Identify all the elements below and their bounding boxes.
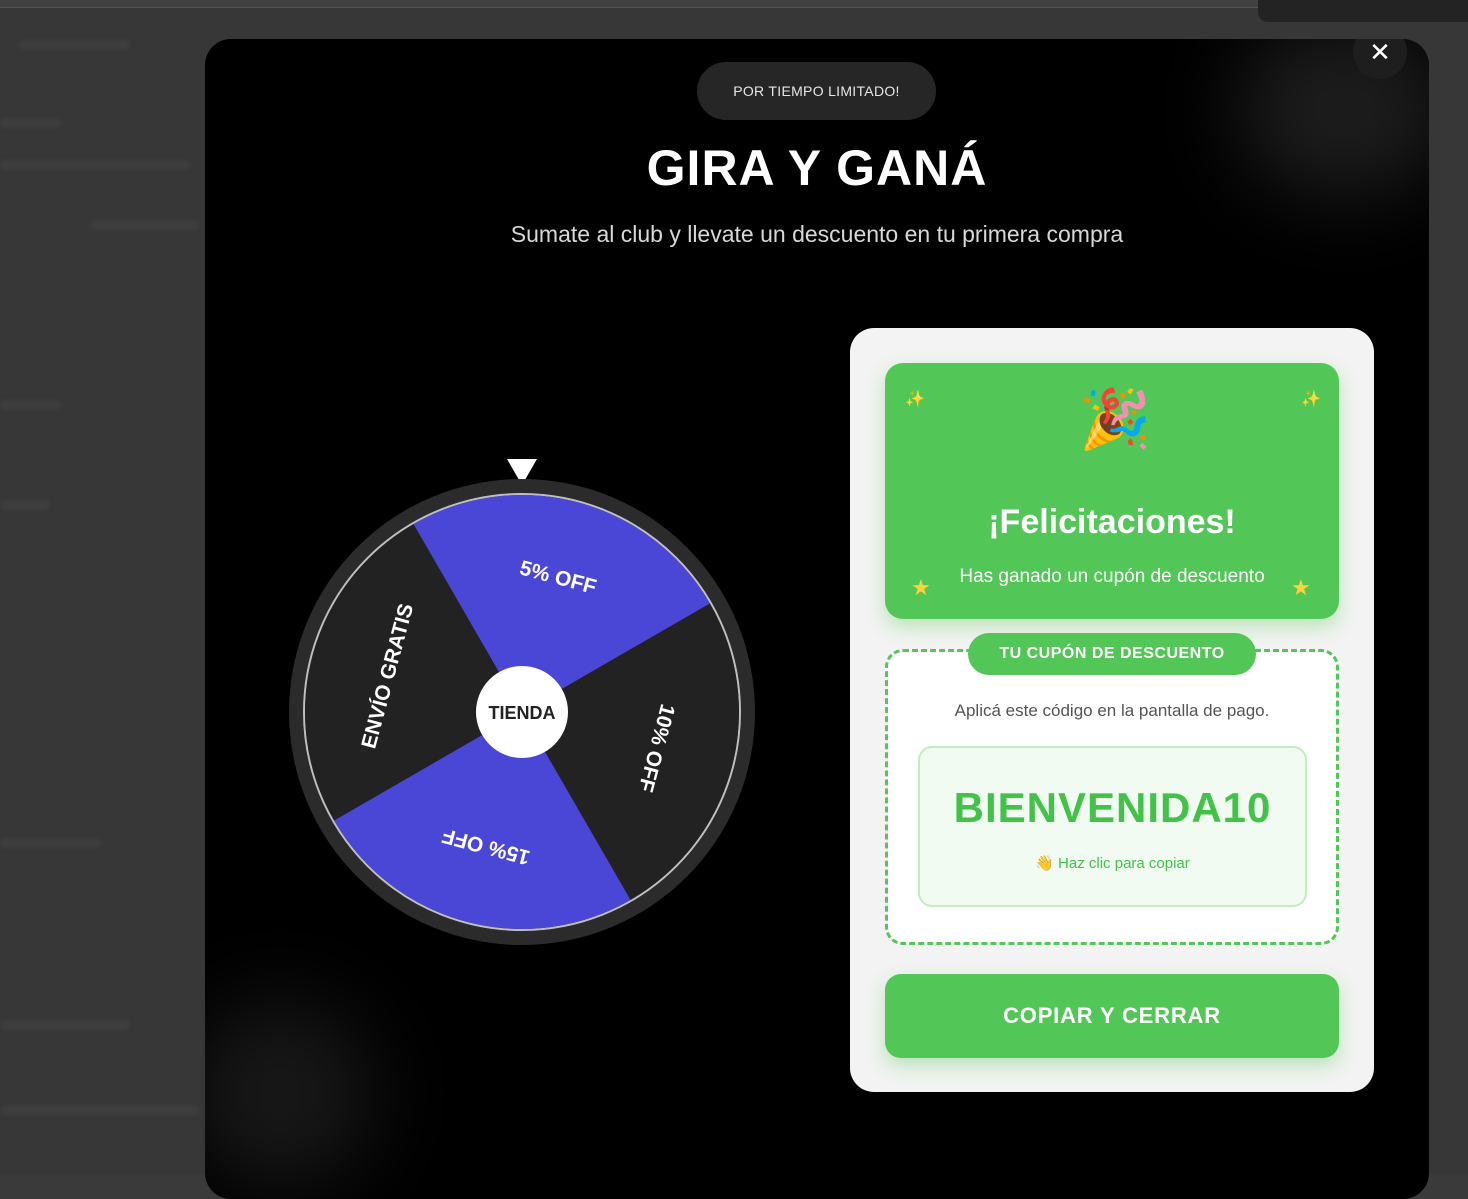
decorative-glow: [205, 999, 375, 1189]
coupon-code-box[interactable]: BIENVENIDA10 👋 Haz clic para copiar: [918, 746, 1307, 907]
congratulations-title: ¡Felicitaciones!: [885, 503, 1339, 542]
coupon-code: BIENVENIDA10: [920, 784, 1305, 832]
wheel-center-label: TIENDA: [489, 703, 556, 723]
coupon-instruction: Aplicá este código en la pantalla de pag…: [850, 701, 1374, 721]
party-popper-icon: 🎉: [1079, 391, 1151, 449]
modal-subtitle: Sumate al club y llevate un descuento en…: [505, 217, 1129, 251]
copy-hint: 👋 Haz clic para copiar: [920, 854, 1305, 872]
congratulations-banner: ✨ ✨ 🎉 ¡Felicitaciones! Has ganado un cup…: [885, 363, 1339, 619]
limited-time-badge: POR TIEMPO LIMITADO!: [697, 62, 936, 120]
coupon-tag: TU CUPÓN DE DESCUENTO: [968, 633, 1256, 675]
star-icon: ★: [911, 575, 931, 601]
sparkle-icon: ✨: [905, 389, 925, 409]
star-icon: ★: [1291, 575, 1311, 601]
spin-wheel-modal: ✕ POR TIEMPO LIMITADO! GIRA Y GANÁ Sumat…: [205, 39, 1429, 1199]
congratulations-subtitle: Has ganado un cupón de descuento: [885, 566, 1339, 588]
modal-title: GIRA Y GANÁ: [205, 139, 1429, 197]
close-icon: ✕: [1369, 39, 1391, 68]
prize-wheel[interactable]: 5% OFF10% OFF15% OFFENVÍO GRATIS TIENDA: [289, 473, 755, 951]
result-card: ✨ ✨ 🎉 ¡Felicitaciones! Has ganado un cup…: [850, 328, 1374, 1092]
sparkle-icon: ✨: [1301, 389, 1321, 409]
copy-and-close-button[interactable]: COPIAR Y CERRAR: [885, 974, 1339, 1058]
